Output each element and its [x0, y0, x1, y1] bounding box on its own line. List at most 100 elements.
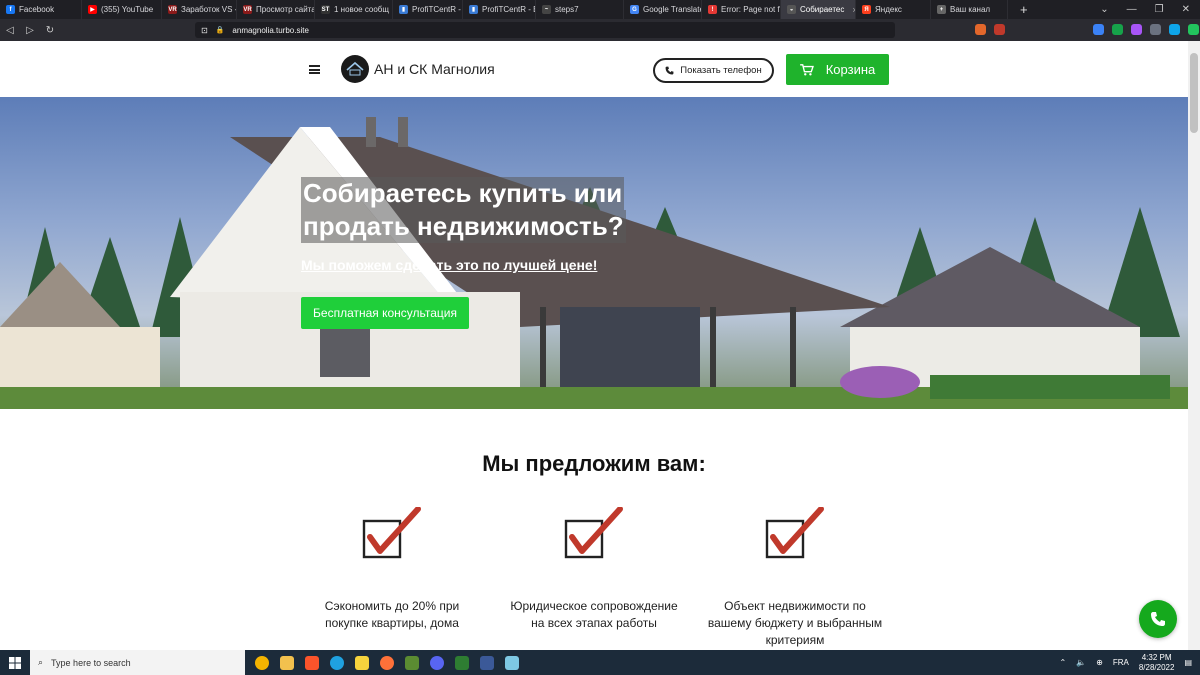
extension-icon[interactable] — [1112, 24, 1123, 35]
ip-app-icon[interactable] — [480, 655, 494, 670]
close-icon[interactable]: ✕ — [1182, 4, 1190, 15]
search-icon: ⌕ — [38, 657, 44, 667]
url-text: anmagnolia.turbo.site — [232, 25, 309, 35]
translate-extension-icon[interactable] — [1093, 24, 1104, 35]
shield-icon[interactable] — [455, 655, 469, 670]
tab-favicon-icon: ▮ — [399, 5, 408, 14]
browser-tab[interactable]: ~ steps7 — [536, 0, 624, 19]
extension-icon[interactable] — [1150, 24, 1161, 35]
tab-favicon-icon: + — [937, 5, 946, 14]
tab-favicon-icon: ▶ — [88, 5, 97, 14]
sticky-notes-icon[interactable] — [355, 655, 369, 670]
restore-icon[interactable]: ❐ — [1155, 4, 1164, 15]
phone-icon — [665, 66, 674, 75]
tab-favicon-icon: ! — [708, 5, 717, 14]
reload-icon[interactable]: ↻ — [40, 25, 60, 36]
show-phone-button[interactable]: Показать телефон — [653, 58, 774, 83]
browser-address-bar: ◁ ▷ ↻ ⊡ 🔒 anmagnolia.turbo.site — [0, 19, 1200, 41]
notification-icon[interactable]: ▤ — [1184, 658, 1192, 667]
taskbar-search-placeholder: Type here to search — [51, 657, 131, 668]
screen: f Facebook ▶ (355) YouTube VR Заработок VS -V… — [0, 0, 1200, 675]
tab-label: ProfiTCentR - Exi — [482, 5, 535, 14]
tab-favicon-icon: G — [630, 5, 639, 14]
bookmark-icon[interactable]: ⊡ — [201, 26, 208, 35]
tab-favicon-icon: VR — [243, 5, 252, 14]
url-input[interactable]: ⊡ 🔒 anmagnolia.turbo.site — [195, 22, 895, 38]
tab-favicon-icon: ◒ — [787, 5, 796, 14]
browser-tab[interactable]: VR Заработок VS - — [162, 0, 237, 19]
offer-item: Юридическое сопровождение на всех этапах… — [504, 506, 684, 632]
tab-label: Facebook — [19, 5, 55, 14]
tab-favicon-icon: f — [6, 5, 15, 14]
browser-tab[interactable]: ▮ ProfiTCentR - Ва — [393, 0, 463, 19]
brand-logo[interactable] — [341, 55, 369, 83]
browser-tab[interactable]: ! Error: Page not f — [702, 0, 781, 19]
extension-icon[interactable] — [1131, 24, 1142, 35]
forward-icon[interactable]: ▷ — [20, 25, 40, 36]
cart-button[interactable]: Корзина — [786, 54, 889, 85]
tab-label: Заработок VS - — [181, 5, 237, 14]
network-icon[interactable]: ⊕ — [1096, 658, 1103, 667]
browser-tab[interactable]: ◒Собираетес× — [781, 0, 856, 19]
taskbar-search-input[interactable]: ⌕ Type here to search — [30, 650, 245, 675]
hamburger-menu-icon[interactable] — [309, 65, 320, 74]
system-tray: ⌃ 🔈 ⊕ FRA 4:32 PM 8/28/2022 ▤ — [1059, 653, 1200, 673]
chrome-icon[interactable] — [255, 655, 269, 670]
show-phone-label: Показать телефон — [680, 65, 762, 76]
minimize-icon[interactable]: — — [1127, 4, 1137, 15]
volume-icon[interactable]: 🔈 — [1076, 658, 1086, 667]
window-controls: ⌄ — ❐ ✕ — [1100, 4, 1200, 15]
extension-icon[interactable] — [1188, 24, 1199, 35]
firefox-icon[interactable] — [380, 655, 394, 670]
cart-icon — [799, 63, 814, 75]
tab-label: Ваш канал — [950, 5, 991, 14]
tab-favicon-icon: ST — [321, 5, 330, 14]
cart-label: Корзина — [825, 62, 876, 77]
hero-house-image — [0, 117, 1188, 409]
browser-tab[interactable]: ▮ ProfiTCentR - Exi — [463, 0, 536, 19]
hero-title: Собираетесь купить или продать недвижимо… — [301, 177, 626, 243]
clock-date: 8/28/2022 — [1138, 662, 1175, 672]
free-consultation-button[interactable]: Бесплатная консультация — [301, 297, 469, 329]
offer-text: Сэкономить до 20% при покупке квартиры, … — [324, 599, 460, 630]
checkbox-check-icon — [362, 506, 421, 559]
browser-tab[interactable]: ▶ (355) YouTube — [82, 0, 162, 19]
tab-label: Error: Page not f — [721, 5, 780, 14]
notepad-icon[interactable] — [505, 655, 519, 670]
page-scrollbar[interactable] — [1188, 41, 1200, 650]
taskbar-apps — [255, 655, 519, 670]
house-logo-icon — [346, 61, 364, 76]
extension-icon[interactable] — [1169, 24, 1180, 35]
brave-rewards-icon[interactable] — [994, 24, 1005, 35]
site-header: АН и СК Магнолия Показать телефон Корзин… — [0, 41, 1188, 97]
minecraft-icon[interactable] — [405, 655, 419, 670]
file-explorer-icon[interactable] — [280, 655, 294, 670]
offer-item: Сэкономить до 20% при покупке квартиры, … — [302, 506, 482, 632]
scrollbar-thumb[interactable] — [1190, 53, 1198, 133]
clock[interactable]: 4:32 PM 8/28/2022 — [1139, 653, 1175, 673]
brave-shield-icon[interactable] — [975, 24, 986, 35]
windows-start-icon[interactable] — [0, 656, 30, 669]
hero-title-line-2: продать недвижимость? — [301, 210, 626, 243]
brave-icon[interactable] — [305, 655, 319, 670]
tab-label: ProfiTCentR - Ва — [412, 5, 462, 14]
edge-icon[interactable] — [330, 655, 344, 670]
brand-name[interactable]: АН и СК Магнолия — [374, 61, 495, 77]
back-icon[interactable]: ◁ — [0, 25, 20, 36]
chevron-down-icon[interactable]: ⌄ — [1100, 4, 1108, 15]
language-indicator[interactable]: FRA — [1113, 658, 1129, 667]
extension-icons — [975, 24, 1200, 35]
call-fab-button[interactable] — [1139, 600, 1177, 638]
browser-tab[interactable]: Я Яндекс — [856, 0, 931, 19]
discord-icon[interactable] — [430, 655, 444, 670]
new-tab-button[interactable]: + — [1008, 2, 1040, 17]
chevron-up-icon[interactable]: ⌃ — [1059, 658, 1066, 667]
browser-tab[interactable]: ST 1 новое сообщ — [315, 0, 393, 19]
browser-tab-bar: f Facebook ▶ (355) YouTube VR Заработок VS -V… — [0, 0, 1200, 19]
browser-tab[interactable]: + Ваш канал — [931, 0, 1008, 19]
hero-subtitle-link[interactable]: Мы поможем сделать это по лучшей цене! — [301, 257, 597, 273]
browser-tab[interactable]: f Facebook — [0, 0, 82, 19]
tab-label: Просмотр сайта — [256, 5, 315, 14]
browser-tab[interactable]: G Google Translate — [624, 0, 702, 19]
browser-tab[interactable]: VR Просмотр сайта — [237, 0, 315, 19]
